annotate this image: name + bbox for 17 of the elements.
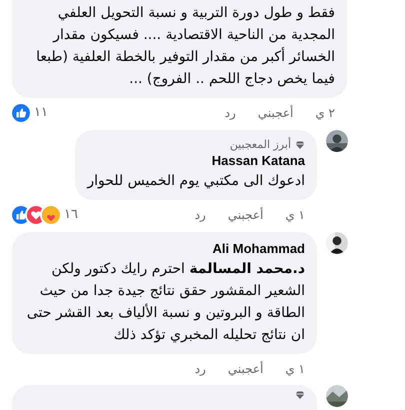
like-link[interactable]: أعجبني — [228, 206, 264, 224]
like-link[interactable]: أعجبني — [228, 360, 264, 378]
comment-time: ١ ي — [285, 361, 305, 378]
author-name[interactable]: Ali Mohammad — [24, 240, 305, 258]
top-fan-label: أبرز المعجبين — [230, 138, 291, 152]
reaction-count: ١١ — [34, 104, 48, 122]
reaction-count: ١٦ — [64, 206, 78, 224]
comment-text: د.محمد المسالمة احترم رايك دكتور ولكن الشعير المقشور حقق نتائج جيدة جدا من حيث الطاقة و البروتين و نسبة الألياف بعد القشر حتى ان نتائج تحليله المخبري تؤكد ذلك — [26, 260, 305, 345]
author-name[interactable]: Hassan Katana — [87, 152, 305, 170]
reply-link[interactable]: رد — [194, 206, 206, 224]
comment-text: ادعوك الى مكتبي يوم الخميس للحوار — [87, 172, 305, 191]
reply-link[interactable]: رد — [224, 104, 236, 122]
comment-text: فقط و طول دورة التربية و نسبة التحويل العلفي المجدية من الناحية الاقتصادية .... فسيكون مقدار الخسائر أكبر من مقدار التوفير بالخطة العلفية (طبعا فيما يخص دجاج اللحم .. الفروج) ... — [35, 4, 335, 89]
comment-time: ٢ ي — [315, 105, 335, 122]
like-link[interactable]: أعجبني — [258, 104, 294, 122]
comment-time: ١ ي — [285, 207, 305, 224]
reply-link[interactable]: رد — [194, 360, 206, 378]
